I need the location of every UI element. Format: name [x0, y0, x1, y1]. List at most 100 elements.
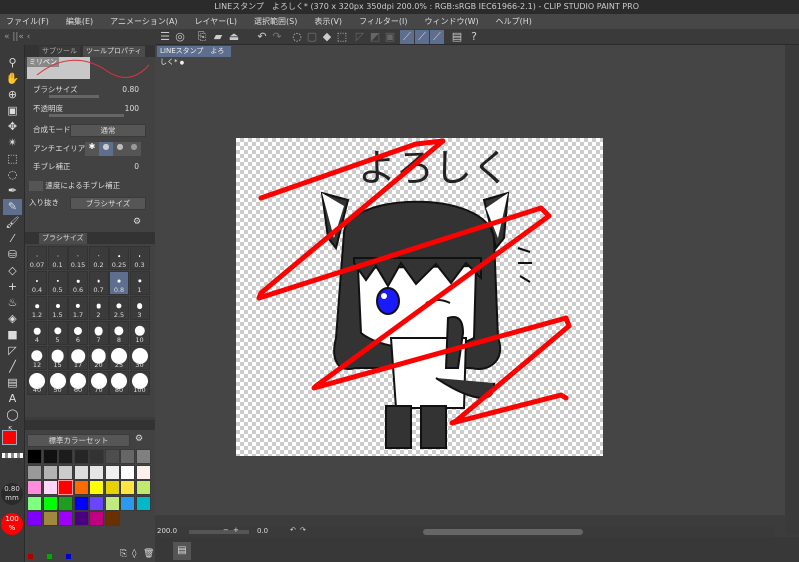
help-icon[interactable]: ?	[467, 30, 481, 44]
save-icon[interactable]: ⏏	[227, 30, 241, 44]
horizontal-scrollbar[interactable]	[423, 529, 583, 535]
selection-tool-icon[interactable]: ⬚	[3, 151, 22, 167]
magic-wand-icon[interactable]: ✴	[3, 135, 22, 151]
color-swatch[interactable]	[89, 480, 104, 495]
rotate-right-icon[interactable]: ↷	[300, 526, 306, 534]
checkbox[interactable]	[29, 181, 43, 191]
brush-size-option[interactable]: 0.15	[68, 246, 88, 270]
brush-size-option[interactable]: 0.7	[88, 271, 109, 295]
color-swatch[interactable]	[58, 495, 73, 511]
document-tab[interactable]: LINEスタンプ よろしく* ●	[157, 46, 231, 66]
color-swatch[interactable]	[27, 464, 42, 480]
new-file-icon[interactable]: ⎘	[195, 30, 209, 44]
brush-size-option[interactable]: 2	[88, 296, 109, 320]
color-swatch[interactable]	[120, 495, 135, 511]
color-swatch[interactable]	[104, 480, 120, 495]
color-settings-icon[interactable]: ⚙	[135, 434, 143, 444]
taper-dropdown[interactable]: ブラシサイズ	[70, 197, 146, 210]
color-swatch[interactable]	[27, 449, 42, 464]
antialias-strong[interactable]: ●	[127, 142, 141, 156]
decoration-icon[interactable]: +	[3, 279, 22, 295]
menu-layer[interactable]: レイヤー(L)	[195, 14, 237, 29]
gradient-tool-icon[interactable]: ■	[3, 327, 22, 343]
color-swatch[interactable]	[104, 511, 120, 526]
color-swatch[interactable]	[27, 480, 42, 495]
open-folder-icon[interactable]: ▰	[211, 30, 225, 44]
eraser-icon[interactable]: ◇	[3, 263, 22, 279]
text-tool-icon[interactable]: A	[3, 391, 22, 407]
device-icon[interactable]: ▤	[450, 30, 464, 44]
brush-size-option[interactable]: 2.5	[109, 296, 129, 320]
brush-size-option[interactable]: 0.8	[109, 271, 129, 295]
brush-size-option[interactable]: 25	[109, 346, 129, 370]
main-color-swatch[interactable]	[2, 430, 17, 445]
color-swatch[interactable]	[104, 464, 120, 480]
clear-selection-icon[interactable]: ◌	[290, 30, 304, 44]
balloon-tool-icon[interactable]: ◯	[3, 407, 22, 423]
zoom-out-button[interactable]: −	[223, 526, 229, 534]
color-swatch[interactable]	[89, 449, 104, 464]
brush-size-option[interactable]: 0.6	[68, 271, 88, 295]
color-swatch[interactable]	[42, 464, 58, 480]
clip-studio-icon[interactable]: ◎	[173, 30, 187, 44]
brush-size-option[interactable]: 8	[109, 321, 129, 345]
brush-size-indicator[interactable]: 0.80 mm	[1, 483, 23, 505]
color-swatch[interactable]	[120, 449, 135, 464]
line-tool-icon[interactable]: ╱	[3, 359, 22, 375]
redo-icon[interactable]: ↷	[270, 30, 284, 44]
color-swatch[interactable]	[42, 495, 58, 511]
ruler-2-icon[interactable]: ◩	[368, 30, 382, 44]
menu-selection[interactable]: 選択範囲(S)	[254, 14, 297, 29]
brush-size-value[interactable]: 0.80	[122, 83, 139, 97]
frame-tool-icon[interactable]: ▤	[3, 375, 22, 391]
ruler-icon[interactable]: ◸	[353, 30, 367, 44]
zoom-in-button[interactable]: +	[233, 526, 239, 534]
color-swatch[interactable]	[42, 511, 58, 526]
timeline-icon[interactable]: ▤	[173, 542, 191, 560]
color-swatch[interactable]	[104, 449, 120, 464]
brush-size-option[interactable]: 0.2	[88, 246, 109, 270]
vertical-scrollbar[interactable]	[785, 45, 799, 535]
menu-file[interactable]: ファイル(F)	[6, 14, 49, 29]
pencil-tool-icon[interactable]: ✎	[3, 199, 22, 215]
brush-size-option[interactable]: 4	[27, 321, 47, 345]
opacity-slider[interactable]	[49, 114, 124, 117]
color-swatch[interactable]	[73, 495, 89, 511]
brush-size-option[interactable]: 80	[109, 371, 129, 395]
brush-size-option[interactable]: 5	[47, 321, 68, 345]
stabilize-1-icon[interactable]: ⟋	[400, 30, 414, 44]
menu-view[interactable]: 表示(V)	[314, 14, 342, 29]
brush-size-option[interactable]: 0.5	[47, 271, 68, 295]
figure-tool-icon[interactable]: ◸	[3, 343, 22, 359]
color-swatch[interactable]	[73, 464, 89, 480]
tab-tool-property[interactable]: ツールプロパティ	[83, 46, 145, 57]
menu-edit[interactable]: 編集(E)	[66, 14, 93, 29]
lasso-tool-icon[interactable]: ◌	[3, 167, 22, 183]
brush-size-option[interactable]: 1.7	[68, 296, 88, 320]
canvas[interactable]: よろしく	[236, 138, 603, 456]
color-swatch[interactable]	[89, 495, 104, 511]
brush-size-option[interactable]: 17	[68, 346, 88, 370]
stabilize-2-icon[interactable]: ⟋	[415, 30, 429, 44]
color-swatch[interactable]	[27, 495, 42, 511]
antialias-weak[interactable]: ●	[99, 142, 113, 156]
object-tool-icon[interactable]: ▣	[3, 103, 22, 119]
airbrush-icon[interactable]: ⛁	[3, 247, 22, 263]
color-swatch[interactable]	[27, 511, 42, 526]
color-swatch[interactable]	[135, 449, 151, 464]
antialias-medium[interactable]: ●	[113, 142, 127, 156]
color-swatch[interactable]	[58, 464, 73, 480]
color-swatch[interactable]	[135, 480, 151, 495]
brush-size-option[interactable]: 12	[27, 346, 47, 370]
transparent-color-icon[interactable]	[2, 453, 23, 458]
ruler-3-icon[interactable]: ▣	[383, 30, 397, 44]
color-swatch[interactable]	[73, 449, 89, 464]
menu-animation[interactable]: アニメーション(A)	[110, 14, 177, 29]
brush-size-option[interactable]: 0.3	[129, 246, 150, 270]
blend-mode-dropdown[interactable]: 通常	[70, 124, 146, 137]
color-swatch[interactable]	[42, 480, 58, 495]
settings-wrench-icon[interactable]: ⚙	[133, 217, 141, 227]
eyedropper-color-icon[interactable]: ◊	[132, 549, 136, 559]
color-swatch[interactable]	[135, 464, 151, 480]
brush-size-option[interactable]: 30	[129, 346, 150, 370]
